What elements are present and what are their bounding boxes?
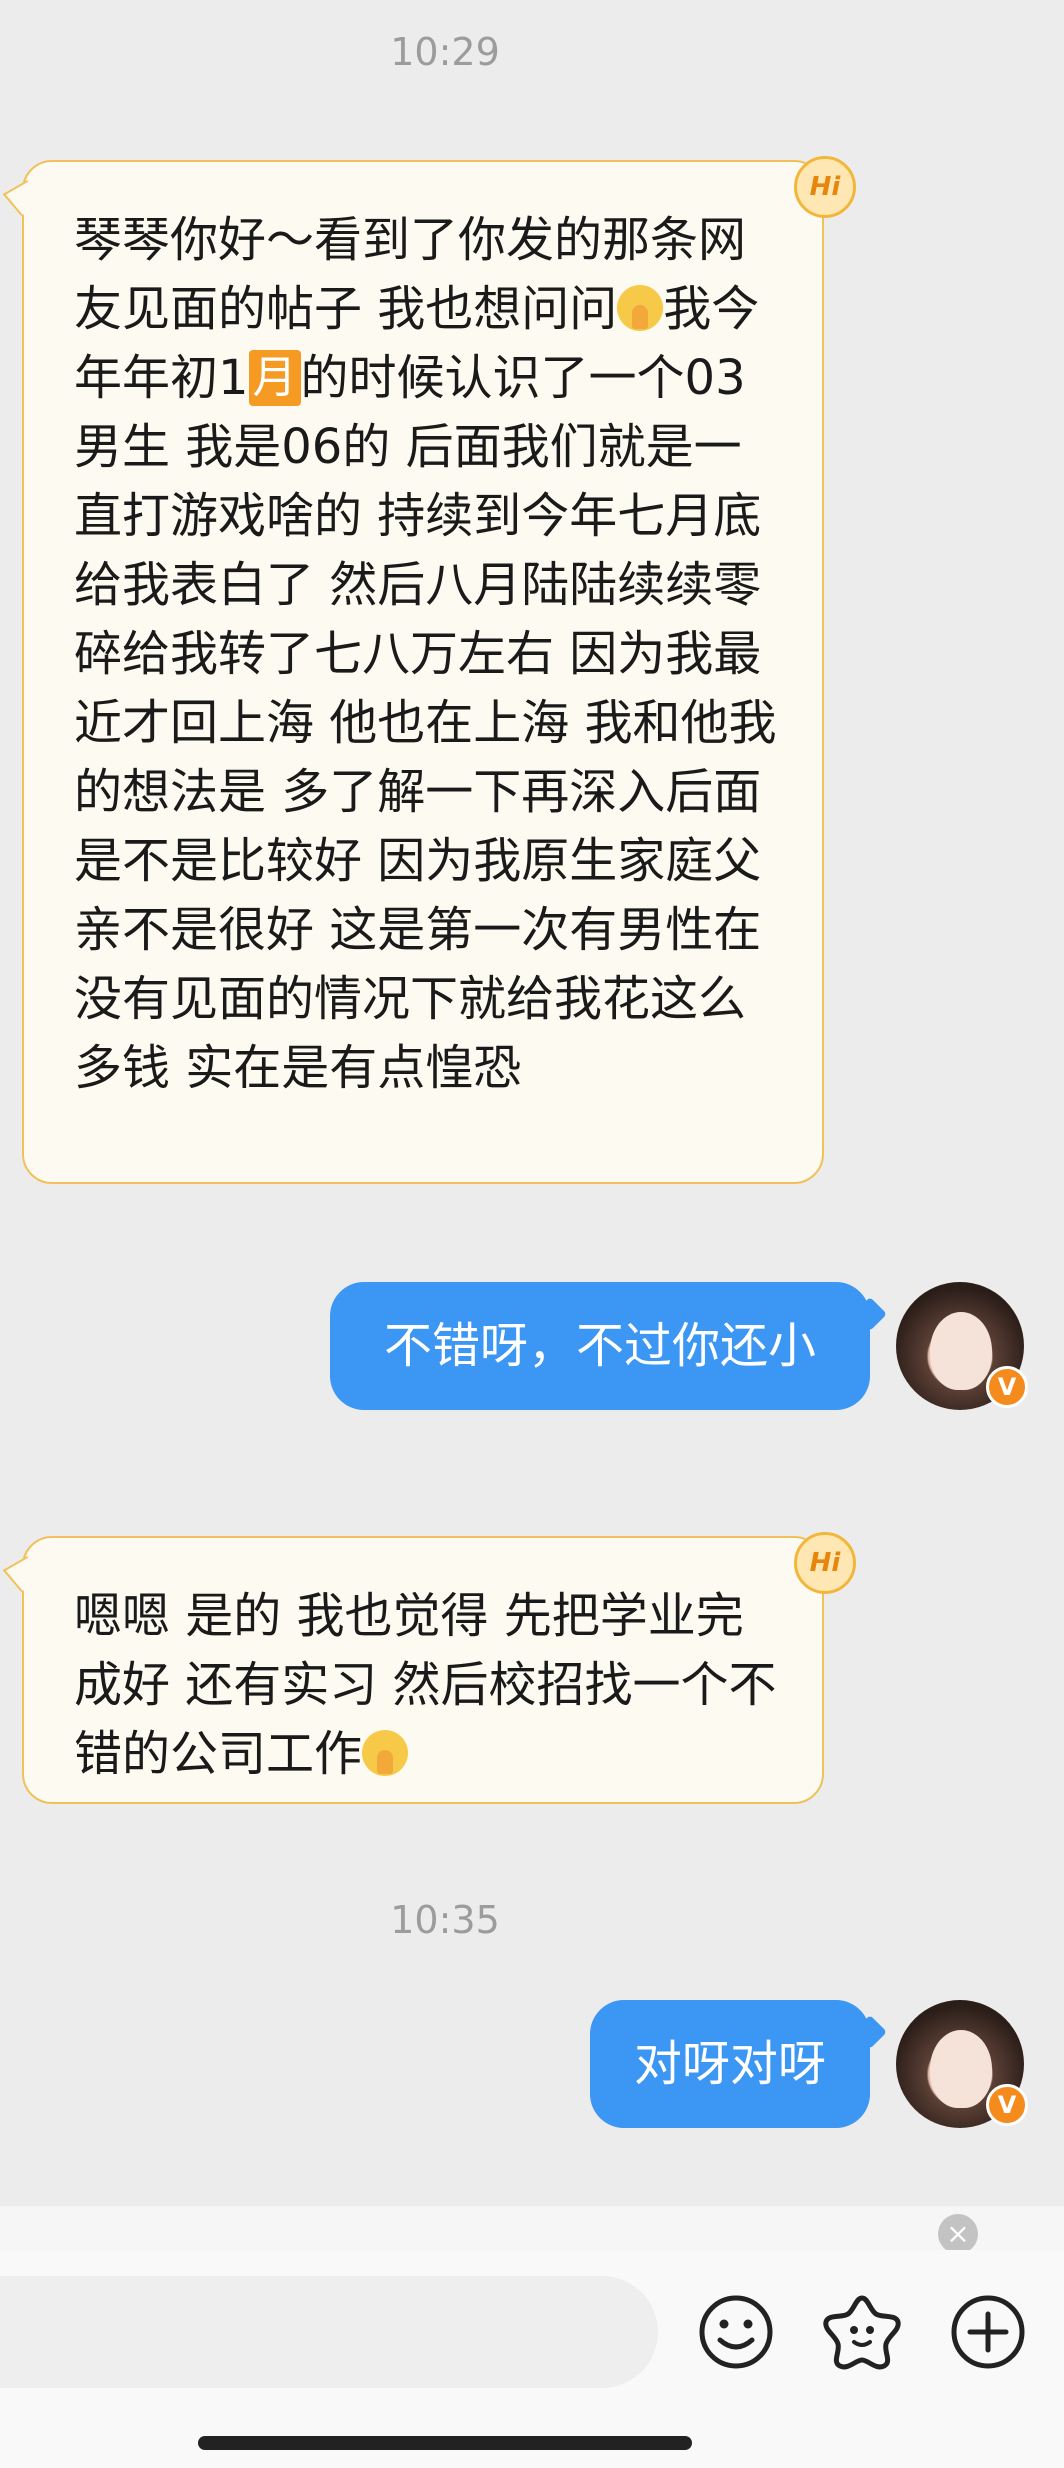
avatar-face bbox=[930, 2030, 992, 2108]
sticker-star-icon[interactable] bbox=[820, 2290, 904, 2374]
avatar[interactable]: V bbox=[896, 2000, 1028, 2128]
suggestion-strip bbox=[0, 2206, 1064, 2250]
verified-badge-icon: V bbox=[986, 1366, 1028, 1408]
home-indicator bbox=[198, 2436, 692, 2450]
pray-emoji-icon bbox=[362, 1730, 409, 1776]
avatar[interactable]: V bbox=[896, 1282, 1028, 1410]
composer-bar bbox=[0, 2250, 1064, 2468]
outgoing-message-bubble[interactable]: 不错呀，不过你还小 bbox=[330, 1282, 870, 1410]
timestamp: 10:29 bbox=[390, 30, 500, 74]
message-text: 不错呀，不过你还小 bbox=[383, 1318, 816, 1374]
close-icon[interactable]: × bbox=[938, 2214, 978, 2254]
message-text-tail: 的时候认识了一个03男生 我是06的 后面我们就是一直打游戏啥的 持续到今年七月… bbox=[74, 350, 777, 1096]
plus-circle-icon[interactable] bbox=[946, 2290, 1030, 2374]
month-badge: 月 bbox=[248, 350, 301, 406]
message-input[interactable] bbox=[0, 2276, 658, 2388]
timestamp: 10:35 bbox=[390, 1898, 500, 1942]
message-text: 嗯嗯 是的 我也觉得 先把学业完成好 还有实习 然后校招找一个不错的公司工作 bbox=[74, 1588, 777, 1782]
avatar-face bbox=[930, 1312, 992, 1390]
verified-badge-icon: V bbox=[986, 2084, 1028, 2126]
smiley-face-icon[interactable] bbox=[694, 2290, 778, 2374]
message-text: 对呀对呀 bbox=[633, 2036, 826, 2092]
hi-badge: Hi bbox=[794, 156, 856, 218]
incoming-message-bubble[interactable]: Hi 琴琴你好～看到了你发的那条网友见面的帖子 我也想问问 我今年年初1月的时候认… bbox=[22, 156, 856, 1184]
pray-emoji-icon bbox=[617, 285, 664, 331]
hi-badge: Hi bbox=[794, 1532, 856, 1594]
outgoing-message-bubble[interactable]: 对呀对呀 bbox=[590, 2000, 870, 2128]
incoming-message-bubble[interactable]: Hi 嗯嗯 是的 我也觉得 先把学业完成好 还有实习 然后校招找一个不错的公司工… bbox=[22, 1532, 856, 1804]
